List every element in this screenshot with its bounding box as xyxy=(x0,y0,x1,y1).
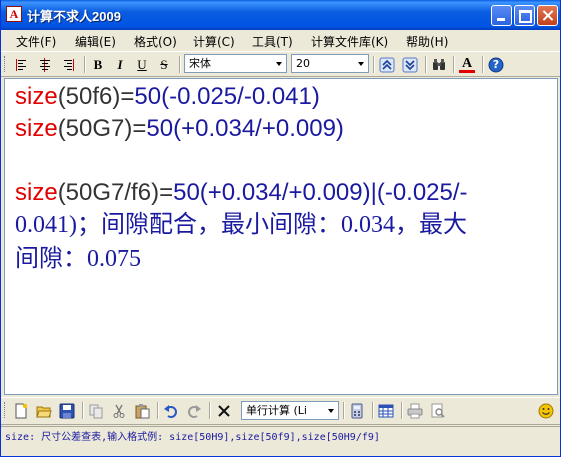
text-color-swatch xyxy=(459,69,475,73)
minimize-button[interactable] xyxy=(491,5,512,26)
align-right-icon[interactable] xyxy=(59,55,79,74)
menu-edit[interactable]: 编辑(E) xyxy=(75,33,116,50)
editor-line: size(50G7)=50(+0.034/+0.009) xyxy=(15,113,344,145)
font-name-value: 宋体 xyxy=(189,57,211,70)
menu-bar: 文件(F) 编辑(E) 格式(O) 计算(C) 工具(T) 计算文件库(K) 帮… xyxy=(1,30,560,50)
toolbar-separator xyxy=(425,56,427,73)
font-name-select[interactable]: 宋体 xyxy=(184,54,287,73)
text-color-icon: A xyxy=(461,55,473,71)
italic-button[interactable]: I xyxy=(110,55,130,74)
underline-button[interactable]: U xyxy=(132,55,152,74)
editor-area[interactable]: size(50f6)=50(-0.025/-0.041) size(50G7)=… xyxy=(4,78,558,395)
menu-calculate[interactable]: 计算(C) xyxy=(193,33,235,50)
clear-x-icon[interactable] xyxy=(214,401,234,420)
status-bar: size: 尺寸公差查表,输入格式例: size[50H9],size[50f9… xyxy=(1,426,560,450)
result-text: 0.041)；间隙配合，最小间隙：0.034，最大 xyxy=(15,212,467,238)
new-file-icon[interactable] xyxy=(11,401,31,420)
help-icon[interactable]: ? xyxy=(486,55,506,74)
table-grid-icon[interactable] xyxy=(376,401,396,420)
calculator-icon[interactable] xyxy=(347,401,367,420)
result-value: (-0.025/-0.041) xyxy=(161,83,320,110)
bold-button[interactable]: B xyxy=(88,55,108,74)
find-binoculars-icon[interactable] xyxy=(429,55,449,74)
app-logo-icon: A xyxy=(6,6,22,22)
paste-clipboard-icon[interactable] xyxy=(132,401,152,420)
keyword: size xyxy=(15,179,58,206)
keyword: size xyxy=(15,83,58,110)
chevron-down-icon[interactable] xyxy=(353,55,368,72)
align-center-icon[interactable] xyxy=(35,55,55,74)
result-value: (+0.034/+0.009) xyxy=(173,115,344,142)
save-disk-icon[interactable] xyxy=(57,401,77,420)
toolbar-separator xyxy=(82,402,84,419)
toolbar-separator xyxy=(209,402,211,419)
argument: (50G7)= xyxy=(57,115,147,142)
menu-help[interactable]: 帮助(H) xyxy=(406,33,448,50)
toolbar-separator xyxy=(157,402,159,419)
help-label: ? xyxy=(492,58,500,71)
nominal-value: 50 xyxy=(146,115,174,142)
calc-mode-select[interactable]: 单行计算 (Li xyxy=(241,401,339,420)
argument: (50f6)= xyxy=(57,83,135,110)
nominal-value: 50 xyxy=(134,83,162,110)
toolbar-separator xyxy=(343,402,345,419)
smiley-icon[interactable] xyxy=(536,401,556,420)
close-button[interactable] xyxy=(537,5,558,26)
toolbar-grip[interactable] xyxy=(4,56,8,72)
toolbar-separator xyxy=(373,56,375,73)
menu-format[interactable]: 格式(O) xyxy=(134,33,177,50)
toolbar-separator xyxy=(372,402,374,419)
maximize-button[interactable] xyxy=(514,5,535,26)
font-size-select[interactable]: 20 xyxy=(291,54,369,73)
title-bar[interactable]: A 计算不求人2009 xyxy=(1,0,560,30)
font-size-value: 20 xyxy=(296,57,310,70)
strikethrough-button[interactable]: S xyxy=(154,55,174,74)
calc-mode-value: 单行计算 (Li xyxy=(246,404,307,417)
menu-file[interactable]: 文件(F) xyxy=(16,33,56,50)
status-text: size: 尺寸公差查表,输入格式例: size[50H9],size[50f9… xyxy=(5,432,380,443)
toolbar-separator xyxy=(179,56,181,73)
bottom-toolbar: 单行计算 (Li xyxy=(1,397,560,425)
print-icon[interactable] xyxy=(405,401,425,420)
copy-icon[interactable] xyxy=(86,401,106,420)
result-text: 间隙：0.075 xyxy=(15,246,141,272)
keyword: size xyxy=(15,115,58,142)
app-window: A 计算不求人2009 文件(F) 编辑(E) 格式(O) 计算(C) 工具(T… xyxy=(0,0,561,457)
font-shrink-icon[interactable] xyxy=(400,55,420,74)
font-grow-icon[interactable] xyxy=(377,55,397,74)
toolbar-grip[interactable] xyxy=(4,402,8,418)
editor-line: size(50G7/f6)=50(+0.034/+0.009)|(-0.025/… xyxy=(15,177,468,209)
open-folder-icon[interactable] xyxy=(34,401,54,420)
window-bottom-edge xyxy=(1,450,560,456)
argument: (50G7/f6)= xyxy=(57,179,174,206)
editor-line: 间隙：0.075 xyxy=(15,243,141,275)
undo-icon[interactable] xyxy=(161,401,181,420)
cut-scissors-icon[interactable] xyxy=(109,401,129,420)
menu-tools[interactable]: 工具(T) xyxy=(252,33,293,50)
print-preview-icon[interactable] xyxy=(428,401,448,420)
align-left-icon[interactable] xyxy=(11,55,31,74)
toolbar-separator xyxy=(453,56,455,73)
chevron-down-icon[interactable] xyxy=(271,55,286,72)
menu-calc-library[interactable]: 计算文件库(K) xyxy=(311,33,388,50)
text-color-button[interactable]: A xyxy=(457,55,477,74)
toolbar-separator xyxy=(84,56,86,73)
toolbar-separator xyxy=(401,402,403,419)
editor-line: 0.041)；间隙配合，最小间隙：0.034，最大 xyxy=(15,209,467,241)
toolbar-separator xyxy=(482,56,484,73)
result-value: (+0.034/+0.009)|(-0.025/- xyxy=(199,179,468,206)
nominal-value: 50 xyxy=(173,179,200,206)
chevron-down-icon[interactable] xyxy=(323,402,338,419)
redo-icon[interactable] xyxy=(184,401,204,420)
window-title: 计算不求人2009 xyxy=(27,9,121,24)
editor-line: size(50f6)=50(-0.025/-0.041) xyxy=(15,81,320,113)
format-toolbar: B I U S 宋体 20 A ? xyxy=(1,51,560,77)
